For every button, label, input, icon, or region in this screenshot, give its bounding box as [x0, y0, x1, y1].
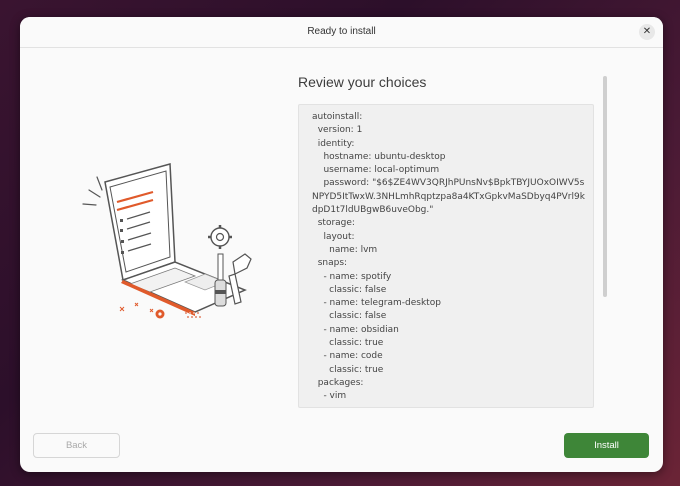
install-button[interactable]: Install	[564, 433, 649, 458]
laptop-with-tools-illustration	[82, 163, 252, 319]
close-button[interactable]: ✕	[639, 24, 655, 40]
page-title: Review your choices	[298, 74, 427, 90]
titlebar: Ready to install ✕	[20, 17, 663, 48]
installer-window: Ready to install ✕ Review your choices a…	[20, 17, 663, 472]
close-icon: ✕	[642, 26, 652, 37]
back-button[interactable]: Back	[33, 433, 120, 458]
window-title: Ready to install	[307, 26, 376, 37]
scrollbar[interactable]	[603, 76, 607, 297]
autoinstall-text: autoinstall: version: 1 identity: hostna…	[312, 112, 585, 402]
autoinstall-preview[interactable]: autoinstall: version: 1 identity: hostna…	[298, 104, 594, 408]
